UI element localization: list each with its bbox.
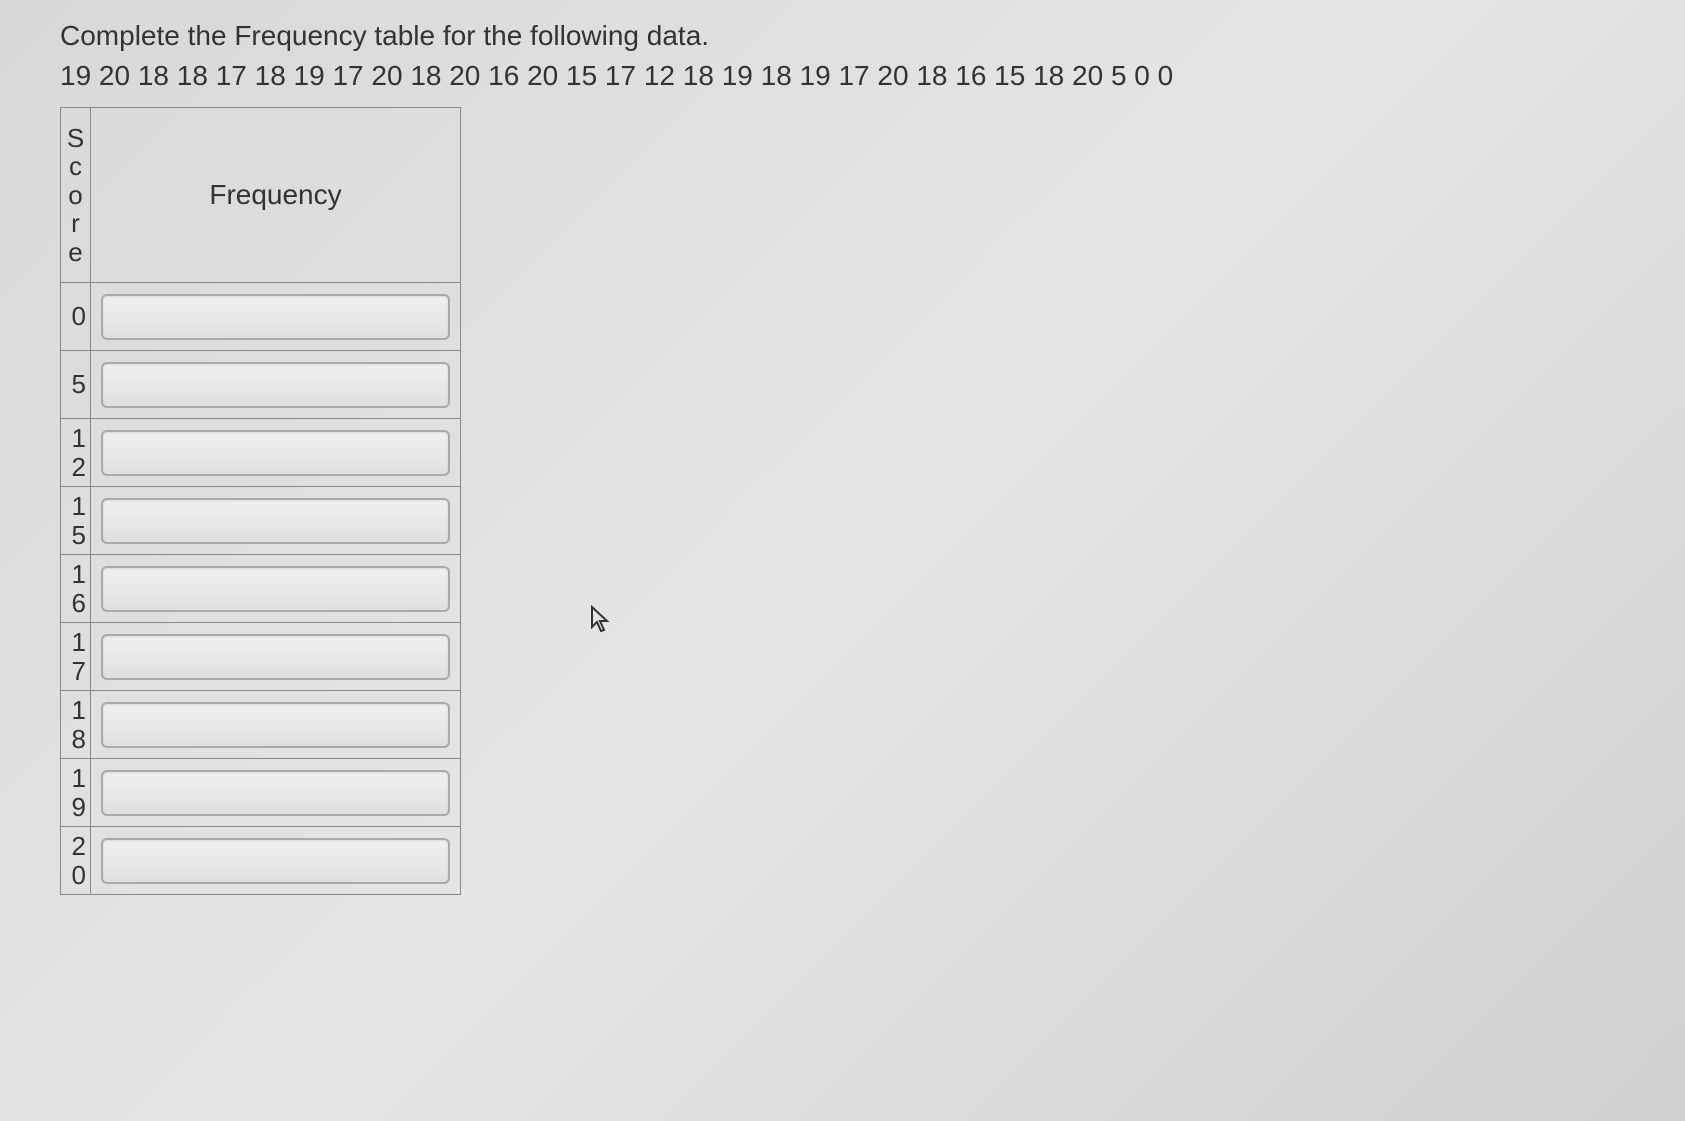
- score-cell-17: 17: [61, 623, 91, 691]
- freq-cell-12: [91, 419, 461, 487]
- frequency-input-17[interactable]: [101, 634, 450, 680]
- score-cell-20: 20: [61, 827, 91, 895]
- frequency-input-5[interactable]: [101, 362, 450, 408]
- freq-cell-15: [91, 487, 461, 555]
- score-header-cell: Score: [61, 108, 91, 283]
- cursor-icon: [590, 605, 614, 642]
- frequency-table: Score Frequency 0 5 12 15 16 17: [60, 107, 461, 895]
- freq-cell-20: [91, 827, 461, 895]
- score-cell-18: 18: [61, 691, 91, 759]
- frequency-header-cell: Frequency: [91, 108, 461, 283]
- frequency-input-12[interactable]: [101, 430, 450, 476]
- freq-cell-16: [91, 555, 461, 623]
- freq-cell-0: [91, 283, 461, 351]
- score-cell-15: 15: [61, 487, 91, 555]
- score-cell-5: 5: [61, 351, 91, 419]
- freq-cell-5: [91, 351, 461, 419]
- frequency-input-20[interactable]: [101, 838, 450, 884]
- score-cell-0: 0: [61, 283, 91, 351]
- frequency-input-19[interactable]: [101, 770, 450, 816]
- instruction-text: Complete the Frequency table for the fol…: [60, 20, 1625, 52]
- freq-cell-19: [91, 759, 461, 827]
- frequency-input-0[interactable]: [101, 294, 450, 340]
- freq-cell-18: [91, 691, 461, 759]
- frequency-input-15[interactable]: [101, 498, 450, 544]
- score-cell-19: 19: [61, 759, 91, 827]
- freq-cell-17: [91, 623, 461, 691]
- data-values-text: 19 20 18 18 17 18 19 17 20 18 20 16 20 1…: [60, 60, 1625, 92]
- frequency-input-18[interactable]: [101, 702, 450, 748]
- score-cell-16: 16: [61, 555, 91, 623]
- score-cell-12: 12: [61, 419, 91, 487]
- frequency-input-16[interactable]: [101, 566, 450, 612]
